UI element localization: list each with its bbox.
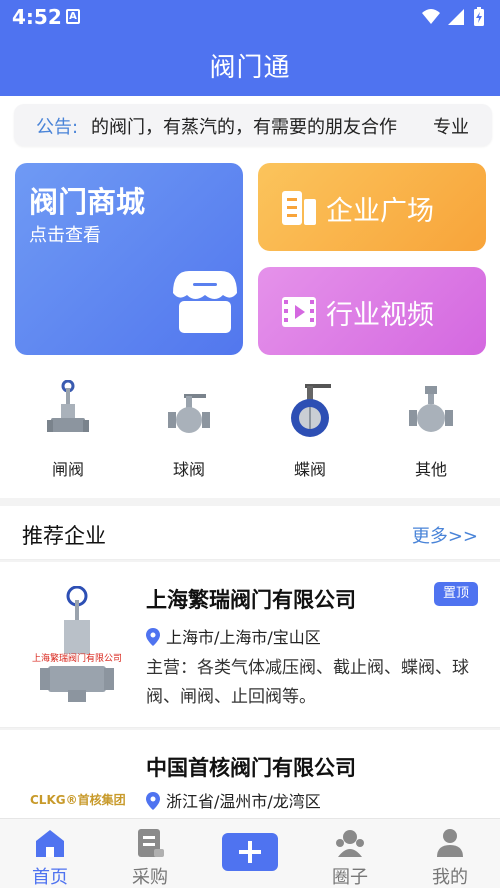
signal-icon — [448, 9, 464, 25]
notice-bar[interactable]: 公告: 的阀门，有蒸汽的，有需要的朋友合作 专业 — [14, 104, 492, 146]
enterprise-plaza-label: 企业广场 — [326, 196, 434, 227]
gate-valve-icon — [47, 380, 89, 432]
more-link[interactable]: 更多>> — [412, 522, 478, 548]
category-label: 闸阀 — [51, 460, 84, 479]
category-label: 蝶阀 — [293, 460, 326, 479]
industry-video-card[interactable]: 行业视频 — [258, 267, 486, 355]
wifi-icon — [422, 9, 440, 24]
location-pin-icon — [146, 628, 160, 646]
status-icons — [422, 7, 484, 26]
company-location-text: 上海市/上海市/宝山区 — [166, 628, 321, 647]
category-label: 其他 — [414, 460, 447, 479]
store-icon — [173, 271, 237, 333]
company-list-item[interactable]: CLKG®首核集团 中国首核阀门有限公司 浙江省/温州市/龙湾区 — [0, 730, 500, 820]
mall-title: 阀门商城 — [29, 185, 146, 219]
nav-mine[interactable]: 我的 — [400, 819, 500, 888]
user-icon — [437, 829, 463, 857]
nav-purchase-label: 采购 — [132, 867, 168, 888]
company-location: 浙江省/温州市/龙湾区 — [146, 788, 321, 812]
accessibility-notification-icon: A — [66, 9, 80, 24]
category-ball-valve[interactable]: 球阀 — [144, 380, 234, 480]
home-icon — [36, 830, 64, 857]
video-icon — [282, 297, 316, 327]
nav-home-label: 首页 — [32, 867, 68, 888]
pinned-badge: 置顶 — [434, 582, 478, 606]
company-logo: CLKG®首核集团 — [30, 792, 126, 807]
notice-label: 公告: — [36, 117, 79, 138]
nav-circle[interactable]: 圈子 — [300, 819, 400, 888]
add-button[interactable] — [222, 833, 278, 871]
location-pin-icon — [146, 792, 160, 810]
bottom-navigation: 首页 采购 圈子 我的 — [0, 818, 500, 888]
ball-valve-icon — [168, 394, 210, 433]
category-label: 球阀 — [172, 460, 205, 479]
nav-circle-label: 圈子 — [332, 867, 368, 888]
mall-subtitle: 点击查看 — [29, 225, 101, 246]
community-icon — [336, 830, 364, 857]
status-bar: 4:52 A — [0, 0, 500, 34]
company-logo: 上海繁瑞阀门有限公司 — [32, 586, 122, 702]
status-time: 4:52 — [12, 5, 62, 29]
company-name: 上海繁瑞阀门有限公司 — [146, 588, 356, 612]
category-other-valve[interactable]: 其他 — [386, 380, 476, 480]
company-description: 主营：各类气体减压阀、截止阀、蝶阀、球阀、闸阀、止回阀等。 — [146, 658, 469, 707]
other-valve-icon — [409, 386, 453, 432]
section-title: 推荐企业 — [22, 524, 106, 548]
category-butterfly-valve[interactable]: 蝶阀 — [265, 380, 355, 480]
enterprise-plaza-card[interactable]: 企业广场 — [258, 163, 486, 251]
company-name: 中国首核阀门有限公司 — [146, 756, 356, 780]
company-location-text: 浙江省/温州市/龙湾区 — [166, 792, 321, 811]
company-logo-text: CLKG®首核集团 — [30, 792, 126, 807]
purchase-document-icon — [138, 829, 164, 857]
nav-mine-label: 我的 — [432, 867, 468, 888]
section-divider — [0, 498, 500, 506]
plus-icon — [239, 841, 261, 863]
page-title: 阀门通 — [209, 53, 291, 83]
notice-text: 的阀门，有蒸汽的，有需要的朋友合作 专业 — [91, 117, 469, 138]
company-location: 上海市/上海市/宝山区 — [146, 624, 321, 648]
company-list-item[interactable]: 上海繁瑞阀门有限公司 上海繁瑞阀门有限公司 置顶 上海市/上海市/宝山区 主营：… — [0, 562, 500, 728]
nav-purchase[interactable]: 采购 — [100, 819, 200, 888]
category-gate-valve[interactable]: 闸阀 — [23, 380, 113, 480]
nav-home[interactable]: 首页 — [0, 819, 100, 888]
recommended-header: 推荐企业 更多>> — [0, 506, 500, 560]
building-icon — [282, 191, 316, 225]
app-header: 阀门通 — [0, 34, 500, 96]
valve-mall-card[interactable]: 阀门商城 点击查看 — [15, 163, 243, 355]
company-logo-text: 上海繁瑞阀门有限公司 — [32, 652, 122, 664]
butterfly-valve-icon — [291, 384, 331, 437]
industry-video-label: 行业视频 — [326, 300, 434, 331]
